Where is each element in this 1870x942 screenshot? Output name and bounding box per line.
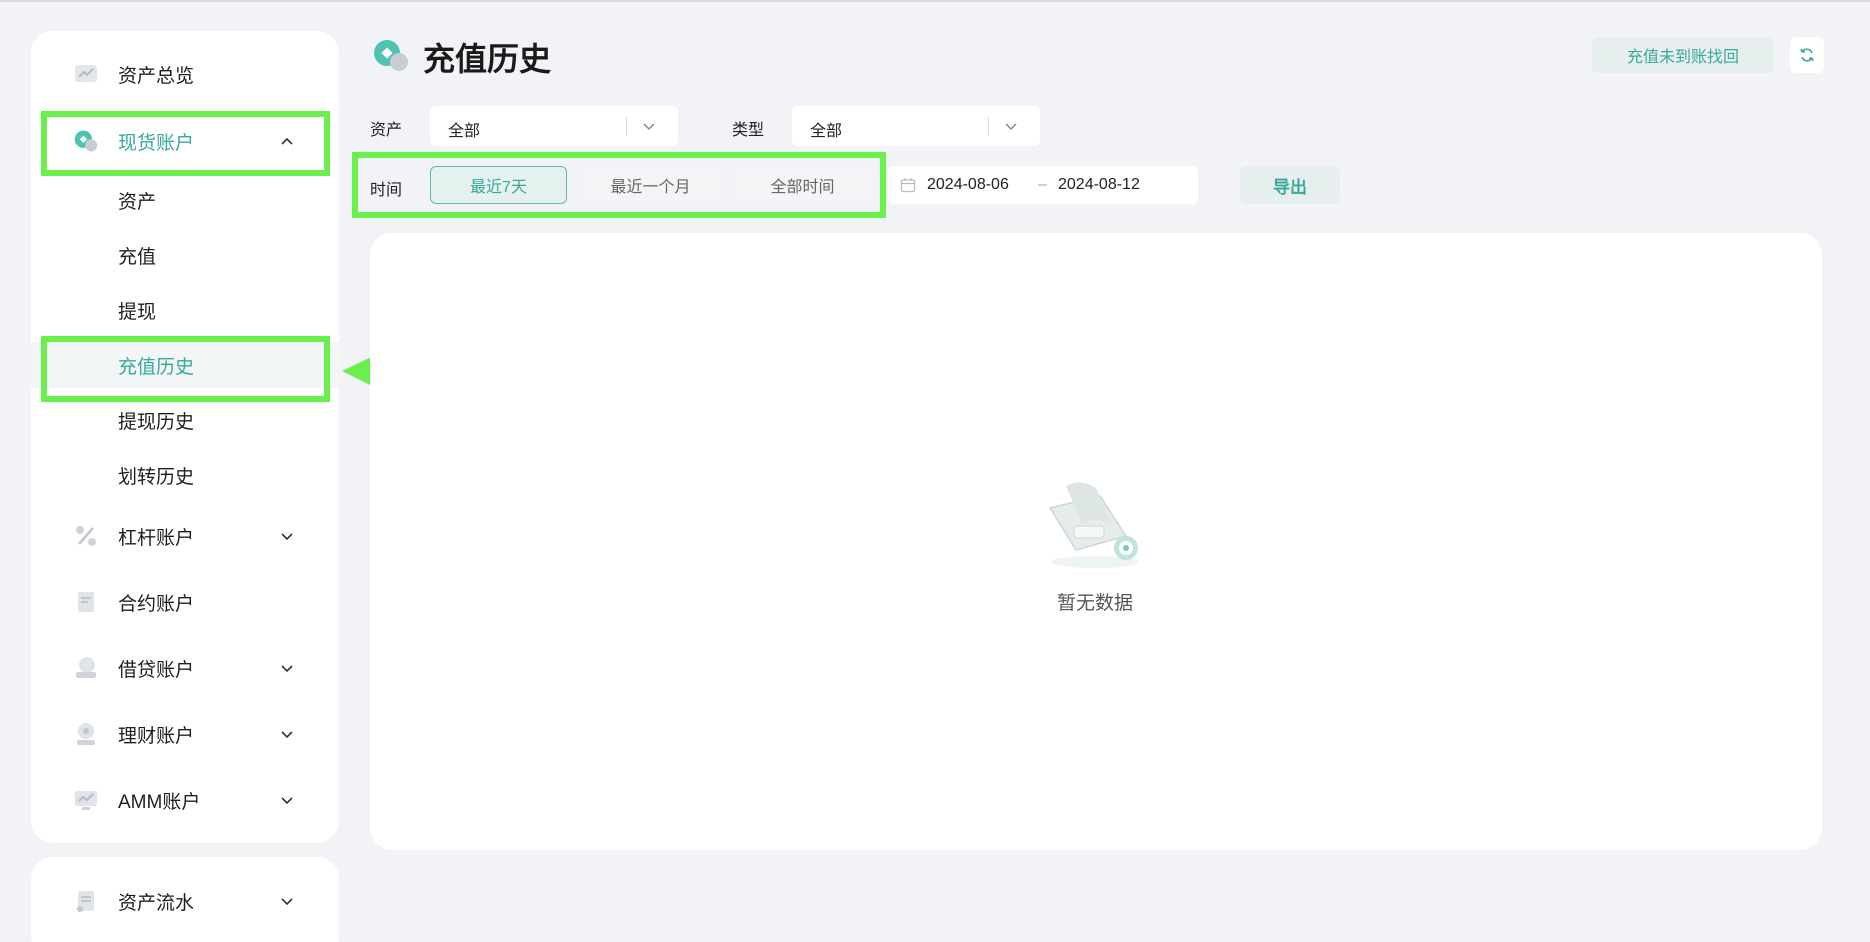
time-option-1month[interactable]: 最近一个月 xyxy=(581,166,720,204)
select-divider xyxy=(626,116,627,136)
sidebar-item-finance[interactable]: 理财账户 xyxy=(31,709,339,759)
page-title: 充值历史 xyxy=(423,41,552,77)
document-icon xyxy=(73,589,99,615)
sidebar-item-label: 资产流水 xyxy=(118,892,195,914)
sidebar-item-contract[interactable]: 合约账户 xyxy=(31,577,339,627)
chevron-down-icon[interactable] xyxy=(280,727,294,741)
time-filter-label: 时间 xyxy=(370,182,403,199)
asset-filter-label: 资产 xyxy=(370,122,403,139)
sidebar-item-amm[interactable]: AMM账户 xyxy=(31,775,339,825)
chevron-down-icon[interactable] xyxy=(280,661,294,675)
sidebar-item-label: 合约账户 xyxy=(118,593,195,615)
select-divider xyxy=(988,116,989,136)
sidebar-subitem-label: 资产 xyxy=(118,191,157,213)
chevron-down-icon[interactable] xyxy=(280,894,294,908)
sidebar-item-label: 现货账户 xyxy=(118,132,195,154)
type-filter-label: 类型 xyxy=(732,122,765,139)
sidebar-item-label: 借贷账户 xyxy=(118,659,195,681)
sidebar-subitem-deposit[interactable]: 充值 xyxy=(31,232,339,278)
chevron-down-icon xyxy=(643,123,655,131)
date-end-value[interactable]: 2024-08-12 xyxy=(1058,176,1140,194)
sidebar-subitem-deposit-history[interactable]: 充值历史 xyxy=(31,342,339,388)
date-range-separator: – xyxy=(1038,176,1047,193)
loan-icon xyxy=(73,655,99,681)
sidebar-subitem-label: 提现 xyxy=(118,301,157,323)
calendar-icon xyxy=(900,178,916,193)
sidebar-item-spot[interactable]: 现货账户 xyxy=(31,116,339,166)
date-start-value[interactable]: 2024-08-06 xyxy=(927,176,1009,194)
sidebar-subitem-assets[interactable]: 资产 xyxy=(31,177,339,223)
empty-data-illustration-icon xyxy=(1048,482,1139,568)
chart-board-icon xyxy=(73,61,99,87)
sidebar: 资产总览 现货账户 资产 充值 提现 充值历史 提现历史 划转历史 杠杆账户 合… xyxy=(31,31,339,843)
sidebar-item-overview[interactable]: 资产总览 xyxy=(31,49,339,99)
time-option-all[interactable]: 全部时间 xyxy=(734,166,871,204)
coin-icon xyxy=(374,40,408,71)
sidebar-item-loan[interactable]: 借贷账户 xyxy=(31,643,339,693)
monitor-chart-icon xyxy=(73,787,99,813)
type-select[interactable]: 全部 xyxy=(792,106,1040,146)
sidebar-item-margin[interactable]: 杠杆账户 xyxy=(31,511,339,561)
sidebar-subitem-label: 提现历史 xyxy=(118,411,195,433)
sidebar-subitem-label: 充值历史 xyxy=(118,356,195,378)
date-range-picker[interactable]: 2024-08-06 – 2024-08-12 xyxy=(888,166,1198,204)
chevron-down-icon[interactable] xyxy=(280,529,294,543)
sidebar-subitem-label: 充值 xyxy=(118,246,157,268)
sidebar-item-label: AMM账户 xyxy=(118,791,201,813)
coin-icon xyxy=(73,128,99,154)
asset-select-value: 全部 xyxy=(448,123,481,140)
sidebar-subitem-label: 划转历史 xyxy=(118,466,195,488)
sidebar-item-label: 资产总览 xyxy=(118,65,195,87)
empty-state-text: 暂无数据 xyxy=(1057,593,1134,614)
chevron-down-icon xyxy=(1005,123,1017,131)
ledger-icon xyxy=(73,888,99,914)
sidebar-item-label: 杠杆账户 xyxy=(118,527,195,549)
sidebar-item-label: 理财账户 xyxy=(118,725,195,747)
finance-icon xyxy=(73,721,99,747)
recover-deposit-button[interactable]: 充值未到账找回 xyxy=(1592,37,1774,73)
export-button[interactable]: 导出 xyxy=(1240,166,1340,204)
chevron-up-icon[interactable] xyxy=(280,134,294,148)
sidebar-subitem-withdraw-history[interactable]: 提现历史 xyxy=(31,397,339,443)
chevron-down-icon[interactable] xyxy=(280,793,294,807)
type-select-value: 全部 xyxy=(810,123,843,140)
percent-icon xyxy=(73,523,99,549)
refresh-icon xyxy=(1800,48,1814,62)
refresh-button[interactable] xyxy=(1790,37,1824,73)
sidebar-secondary: 资产流水 xyxy=(31,857,339,942)
sidebar-item-asset-flow[interactable]: 资产流水 xyxy=(31,876,339,926)
sidebar-subitem-withdraw[interactable]: 提现 xyxy=(31,287,339,333)
sidebar-subitem-transfer-history[interactable]: 划转历史 xyxy=(31,452,339,498)
top-divider xyxy=(0,0,1870,2)
asset-select[interactable]: 全部 xyxy=(430,106,678,146)
time-option-7days[interactable]: 最近7天 xyxy=(430,166,567,204)
